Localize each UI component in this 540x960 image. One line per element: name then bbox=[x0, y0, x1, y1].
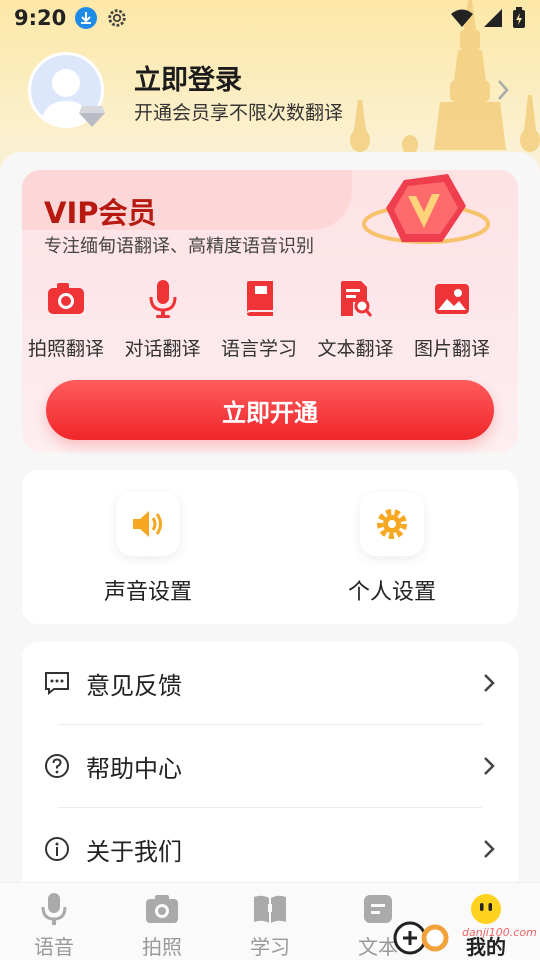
speaker-icon bbox=[116, 492, 180, 556]
vip-title: VIP会员 bbox=[44, 196, 157, 230]
vip-feature-row: 拍照翻译 对话翻译 语言学习 文本翻译 图片翻译 bbox=[22, 278, 496, 361]
feature-label: 文本翻译 bbox=[317, 338, 394, 360]
login-subtitle: 开通会员享不限次数翻译 bbox=[134, 102, 344, 124]
info-icon bbox=[44, 836, 70, 862]
menu-item-about[interactable]: 关于我们 bbox=[22, 808, 518, 890]
menu-label: 意见反馈 bbox=[86, 671, 182, 700]
image-icon bbox=[431, 278, 473, 320]
feature-label: 图片翻译 bbox=[413, 338, 490, 360]
nav-label: 语音 bbox=[34, 935, 74, 959]
feature-dialog-translate[interactable]: 对话翻译 bbox=[119, 278, 207, 361]
menu-label: 关于我们 bbox=[86, 837, 182, 866]
help-icon bbox=[44, 753, 70, 779]
settings-gear-icon bbox=[108, 9, 126, 27]
gear-icon bbox=[360, 492, 424, 556]
menu-label: 帮助中心 bbox=[86, 754, 182, 783]
signal-icon bbox=[484, 9, 502, 27]
personal-settings[interactable]: 个人设置 bbox=[322, 492, 462, 606]
download-icon bbox=[75, 7, 98, 29]
feature-label: 拍照翻译 bbox=[27, 338, 104, 360]
vip-emblem-icon bbox=[362, 174, 490, 244]
document-search-icon bbox=[335, 278, 377, 320]
nav-voice[interactable]: 语音 bbox=[0, 883, 108, 960]
profile-face-icon bbox=[468, 891, 504, 927]
status-right-icons bbox=[450, 7, 526, 29]
chevron-right-icon bbox=[484, 840, 495, 858]
microphone-icon bbox=[142, 278, 184, 320]
chevron-right-icon bbox=[484, 674, 495, 692]
feedback-icon bbox=[44, 670, 70, 696]
sound-settings[interactable]: 声音设置 bbox=[78, 492, 218, 606]
status-time: 9:20 bbox=[14, 6, 67, 30]
menu-card: 意见反馈 帮助中心 关于我们 bbox=[22, 642, 518, 892]
watermark-mark-icon bbox=[393, 921, 449, 955]
feature-photo-translate[interactable]: 拍照翻译 bbox=[22, 278, 110, 361]
camera-icon bbox=[144, 891, 180, 927]
wifi-icon bbox=[451, 9, 473, 27]
status-left-icons bbox=[74, 6, 128, 30]
vip-subtitle: 专注缅甸语翻译、高精度语音识别 bbox=[44, 236, 314, 257]
chevron-right-icon[interactable] bbox=[496, 78, 510, 102]
watermark-logo: danji100.com bbox=[390, 914, 537, 958]
settings-card: 声音设置 个人设置 bbox=[22, 470, 518, 624]
feature-label: 对话翻译 bbox=[124, 338, 201, 360]
nav-learning[interactable]: 学习 bbox=[216, 883, 324, 960]
nav-label: 拍照 bbox=[142, 935, 182, 959]
battery-icon bbox=[513, 7, 525, 28]
vip-open-button[interactable]: 立即开通 bbox=[46, 380, 494, 440]
personal-settings-label: 个人设置 bbox=[347, 580, 436, 605]
feature-label: 语言学习 bbox=[220, 338, 297, 360]
nav-photo[interactable]: 拍照 bbox=[108, 883, 216, 960]
login-title[interactable]: 立即登录 bbox=[134, 58, 242, 97]
chevron-right-icon bbox=[484, 757, 495, 775]
microphone-icon bbox=[36, 891, 72, 927]
nav-label: 学习 bbox=[250, 935, 290, 959]
book-icon bbox=[252, 891, 288, 927]
status-bar: 9:20 bbox=[0, 0, 540, 36]
book-icon bbox=[238, 278, 280, 320]
camera-icon bbox=[45, 278, 87, 320]
menu-item-feedback[interactable]: 意见反馈 bbox=[22, 642, 518, 724]
diamond-badge-icon bbox=[79, 106, 105, 127]
feature-language-learning[interactable]: 语言学习 bbox=[215, 278, 303, 361]
sound-settings-label: 声音设置 bbox=[103, 580, 192, 605]
menu-item-help[interactable]: 帮助中心 bbox=[22, 725, 518, 807]
feature-text-translate[interactable]: 文本翻译 bbox=[312, 278, 400, 361]
watermark-text: danji100.com bbox=[462, 926, 537, 939]
feature-image-translate[interactable]: 图片翻译 bbox=[408, 278, 496, 361]
